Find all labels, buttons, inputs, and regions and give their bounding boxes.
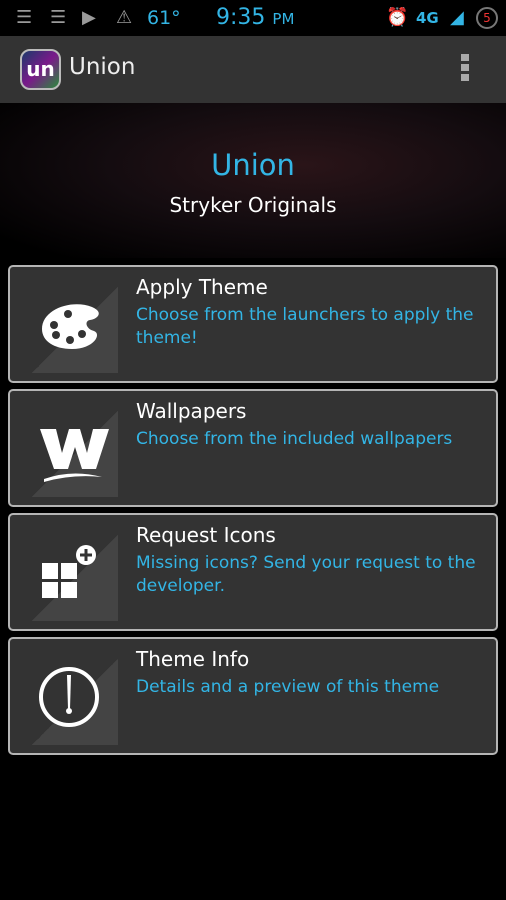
ampm: PM <box>272 10 295 28</box>
time: 9:35 <box>216 5 266 30</box>
card-description: Details and a preview of this theme <box>136 677 440 697</box>
palette-icon <box>42 304 99 349</box>
card-description: Choose from the included wallpapers <box>136 429 453 449</box>
card-wallpapers[interactable]: Wallpapers Choose from the included wall… <box>8 389 498 507</box>
youtube-icon: ▶ <box>82 7 96 28</box>
temperature: 61° <box>147 7 181 29</box>
storage-icon: ☰ <box>16 7 33 28</box>
warning-icon: ⚠ <box>116 7 133 28</box>
signal-icon: ◢ <box>450 7 464 28</box>
card-description: Missing icons? Send your request to the … <box>136 553 476 596</box>
card-theme-info[interactable]: Theme Info Details and a preview of this… <box>8 637 498 755</box>
request-icons-icon <box>42 545 96 598</box>
clock: 9:35 PM <box>216 5 294 30</box>
notification-count-icon: 5 <box>476 7 498 29</box>
network-4g-icon: 4G <box>416 9 439 27</box>
app-logo[interactable]: un <box>20 49 61 90</box>
card-title: Wallpapers <box>136 399 247 423</box>
wallpaper-w-icon <box>40 429 109 482</box>
card-title: Theme Info <box>136 647 250 671</box>
header-subtitle: Stryker Originals <box>169 193 337 217</box>
overflow-menu-icon[interactable] <box>461 54 471 84</box>
card-title: Apply Theme <box>136 275 268 299</box>
app-title: Union <box>69 54 136 80</box>
card-description: Choose from the launchers to apply the t… <box>136 305 474 348</box>
card-apply-theme[interactable]: Apply Theme Choose from the launchers to… <box>8 265 498 383</box>
clock-info-icon <box>39 667 99 727</box>
header-title: Union <box>211 148 295 182</box>
card-title: Request Icons <box>136 523 276 547</box>
storage-icon: ☰ <box>50 7 67 28</box>
alarm-icon: ⏰ <box>386 7 409 28</box>
action-bar: un Union <box>0 36 506 103</box>
card-request-icons[interactable]: Request Icons Missing icons? Send your r… <box>8 513 498 631</box>
header-banner: Union Stryker Originals <box>0 103 506 258</box>
status-bar: ☰ ☰ ▶ ⚠ 61° 9:35 PM ⏰ 4G ◢ 5 <box>0 0 506 36</box>
